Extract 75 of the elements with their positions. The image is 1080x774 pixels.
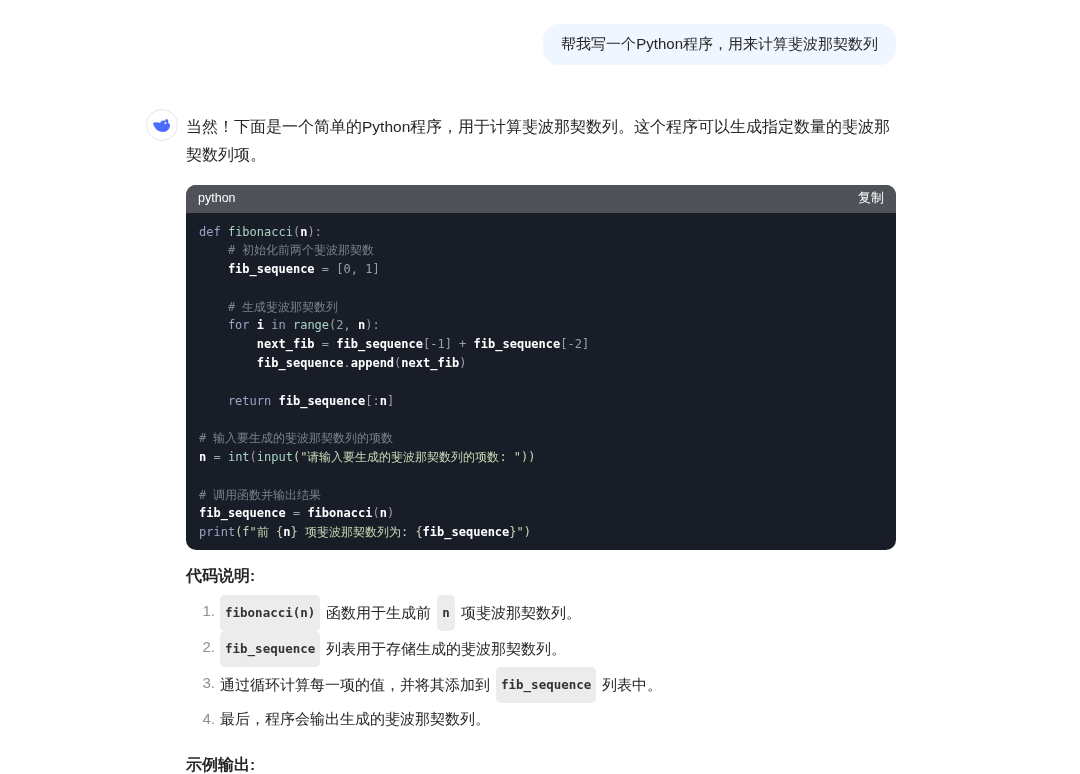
code-token: . <box>343 356 351 371</box>
code-token: } 项斐波那契数列为: { <box>290 525 423 540</box>
inline-code: fibonacci(n) <box>220 595 321 632</box>
section-heading: 示例输出: <box>186 755 257 774</box>
code-token: append <box>350 356 395 371</box>
code-token: i <box>256 318 265 333</box>
code-token: ): <box>365 318 380 333</box>
code-token: = <box>291 506 302 521</box>
code-token: range <box>292 318 330 333</box>
list-number: 3. <box>201 673 216 694</box>
list-text: 列表用于存储生成的斐波那契数列。 <box>326 639 567 660</box>
code-token: next_fib <box>401 356 460 371</box>
code-token: # 生成斐波那契数列 <box>226 299 339 314</box>
code-token: ("请输入要生成的斐波那契数列的项数: ")) <box>292 450 536 465</box>
code-token: n <box>357 318 366 333</box>
code-token: ): <box>307 224 322 239</box>
code-token: ] <box>386 393 395 408</box>
code-token: ( <box>249 450 257 465</box>
code-token: = <box>212 450 222 465</box>
list-text: 函数用于生成前 <box>326 603 432 624</box>
reply-text: 当然！下面是一个简单的Python程序，用于计算斐波那契数列。这个程序可以生成指定数量的斐波那契数列项。 <box>186 116 892 165</box>
code-token: ( <box>394 356 402 371</box>
code-token: = <box>320 337 331 352</box>
section-heading: 代码说明: <box>186 566 257 587</box>
code-token: [-1] + <box>423 337 468 352</box>
code-token: return <box>226 393 273 408</box>
code-token: fib_sequence <box>199 506 286 521</box>
list-text: 通过循环计算每一项的值，并将其添加到 <box>220 675 490 696</box>
code-token: = [ <box>320 262 344 277</box>
code-token: ] <box>372 262 380 277</box>
code-token: n <box>379 506 387 521</box>
list-number: 2. <box>201 637 216 658</box>
code-token: fibonacci <box>307 506 373 521</box>
code-token: fib_sequence <box>473 337 561 352</box>
copy-button[interactable]: 复制 <box>858 189 884 208</box>
code-token: fib_sequence <box>278 393 366 408</box>
user-message: 帮我写一个Python程序，用来计算斐波那契数列 <box>543 24 896 65</box>
code-token: (2, <box>329 318 352 333</box>
code-token: for <box>226 318 251 333</box>
code-token: int <box>227 450 250 465</box>
code-token: [: <box>365 393 380 408</box>
inline-code: fib_sequence <box>496 667 597 704</box>
code-token: # 输入要生成的斐波那契数列的项数 <box>199 431 394 446</box>
code-token: # 调用函数并输出结果 <box>199 487 322 502</box>
list-text: 最后，程序会输出生成的斐波那契数列。 <box>220 709 490 730</box>
code-token: def <box>199 224 222 239</box>
code-token: fib_sequence <box>336 337 423 352</box>
code-token: fib_sequence <box>226 262 315 277</box>
list-number: 4. <box>201 709 216 730</box>
list-number: 1. <box>201 601 216 622</box>
code-token: fib_sequence <box>255 356 344 371</box>
code-token: n <box>300 224 308 239</box>
code-token: n <box>199 450 207 465</box>
code-token: (f"前 { <box>235 525 284 540</box>
inline-code: n <box>437 595 455 632</box>
code-token: fibonacci <box>227 224 293 239</box>
code-token: print <box>199 525 236 540</box>
code-token: ( <box>292 224 301 239</box>
code-token: [-2] <box>560 337 590 352</box>
code-token: n <box>379 393 387 408</box>
list-text: 项斐波那契数列。 <box>460 603 581 624</box>
code-token: # 初始化前两个斐波那契数 <box>226 243 375 258</box>
code-token: ( <box>372 506 380 521</box>
code-token: ) <box>386 506 395 521</box>
code-token: in <box>270 318 287 333</box>
code-language-label: python <box>198 190 236 208</box>
list-text: 列表中。 <box>602 675 663 696</box>
code-token: }") <box>509 525 531 540</box>
code-token: 0, 1 <box>343 262 373 277</box>
code-token: n <box>283 525 291 540</box>
code-token: ) <box>459 356 467 371</box>
code-token: fib_sequence <box>422 525 510 540</box>
code-token: next_fib <box>255 337 315 352</box>
inline-code: fib_sequence <box>220 631 321 668</box>
code-token: input <box>256 450 293 465</box>
